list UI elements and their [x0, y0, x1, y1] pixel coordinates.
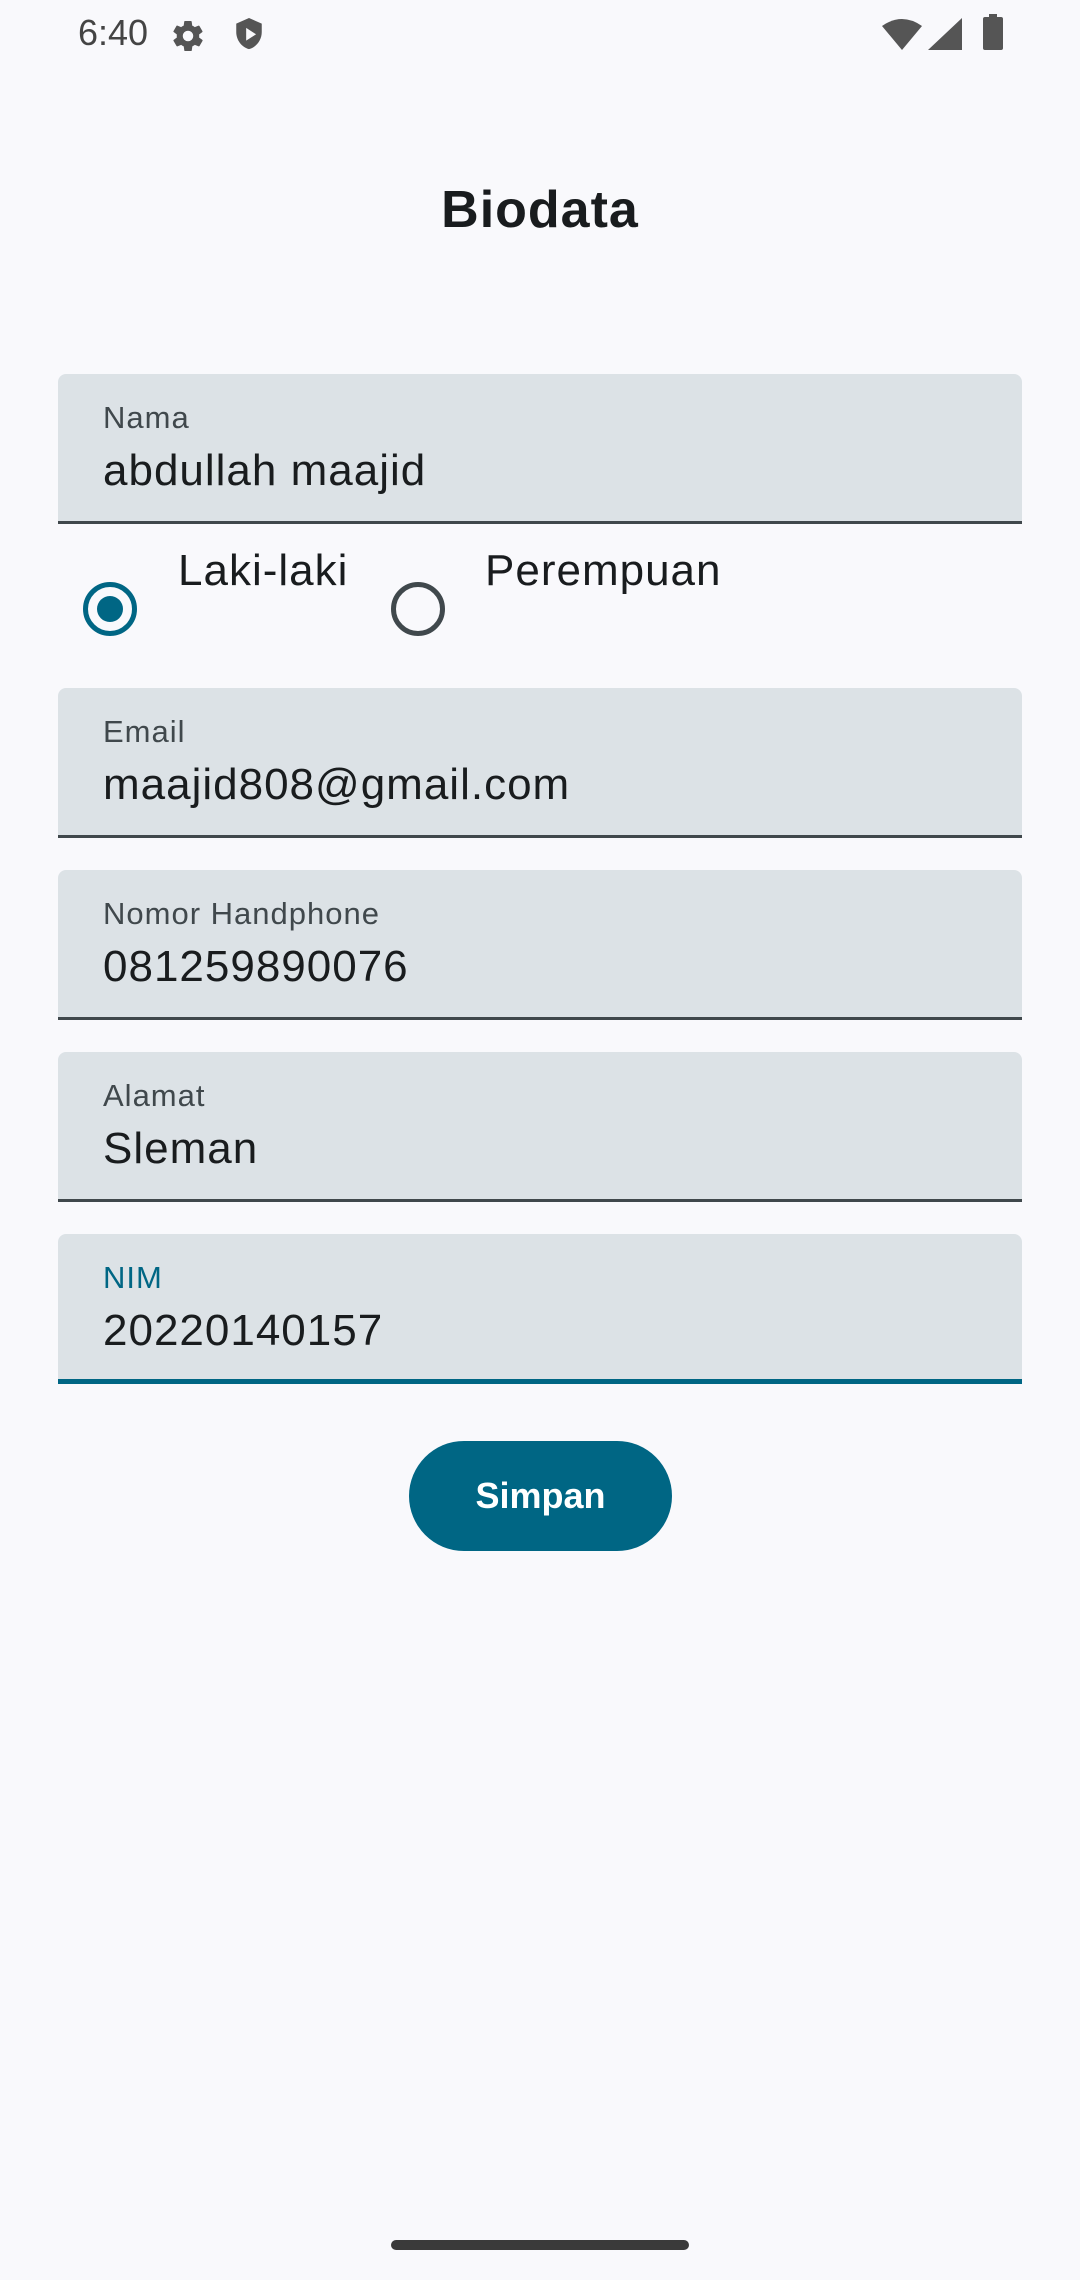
cell-signal-icon: [928, 18, 962, 55]
email-field-value[interactable]: maajid808@gmail.com: [103, 760, 570, 810]
save-button[interactable]: Simpan: [409, 1441, 672, 1551]
nim-field[interactable]: NIM 20220140157: [58, 1234, 1022, 1384]
alamat-field-label: Alamat: [103, 1078, 206, 1113]
battery-icon: [983, 14, 1003, 55]
alamat-field[interactable]: Alamat Sleman: [58, 1052, 1022, 1202]
nim-field-value[interactable]: 20220140157: [103, 1306, 383, 1356]
home-indicator[interactable]: [391, 2240, 689, 2250]
status-time: 6:40: [78, 12, 149, 53]
nama-field[interactable]: Nama abdullah maajid: [58, 374, 1022, 524]
alamat-field-value[interactable]: Sleman: [103, 1124, 258, 1174]
email-field-label: Email: [103, 714, 186, 749]
nama-field-value[interactable]: abdullah maajid: [103, 446, 426, 496]
phone-field-value[interactable]: 081259890076: [103, 942, 409, 992]
status-bar: 6:40: [0, 0, 1080, 72]
page-title: Biodata: [441, 181, 639, 239]
phone-field[interactable]: Nomor Handphone 081259890076: [58, 870, 1022, 1020]
radio-label-laki-laki[interactable]: Laki-laki: [178, 546, 348, 596]
nama-field-label: Nama: [103, 400, 190, 435]
gear-icon: [170, 18, 206, 59]
phone-field-label: Nomor Handphone: [103, 896, 380, 931]
nim-field-label: NIM: [103, 1260, 163, 1295]
wifi-icon: [882, 18, 922, 55]
email-field[interactable]: Email maajid808@gmail.com: [58, 688, 1022, 838]
radio-label-perempuan[interactable]: Perempuan: [485, 546, 721, 596]
radio-perempuan[interactable]: [391, 582, 445, 636]
shield-icon: [232, 16, 266, 59]
radio-selected-dot: [97, 596, 123, 622]
radio-laki-laki[interactable]: [83, 582, 137, 636]
